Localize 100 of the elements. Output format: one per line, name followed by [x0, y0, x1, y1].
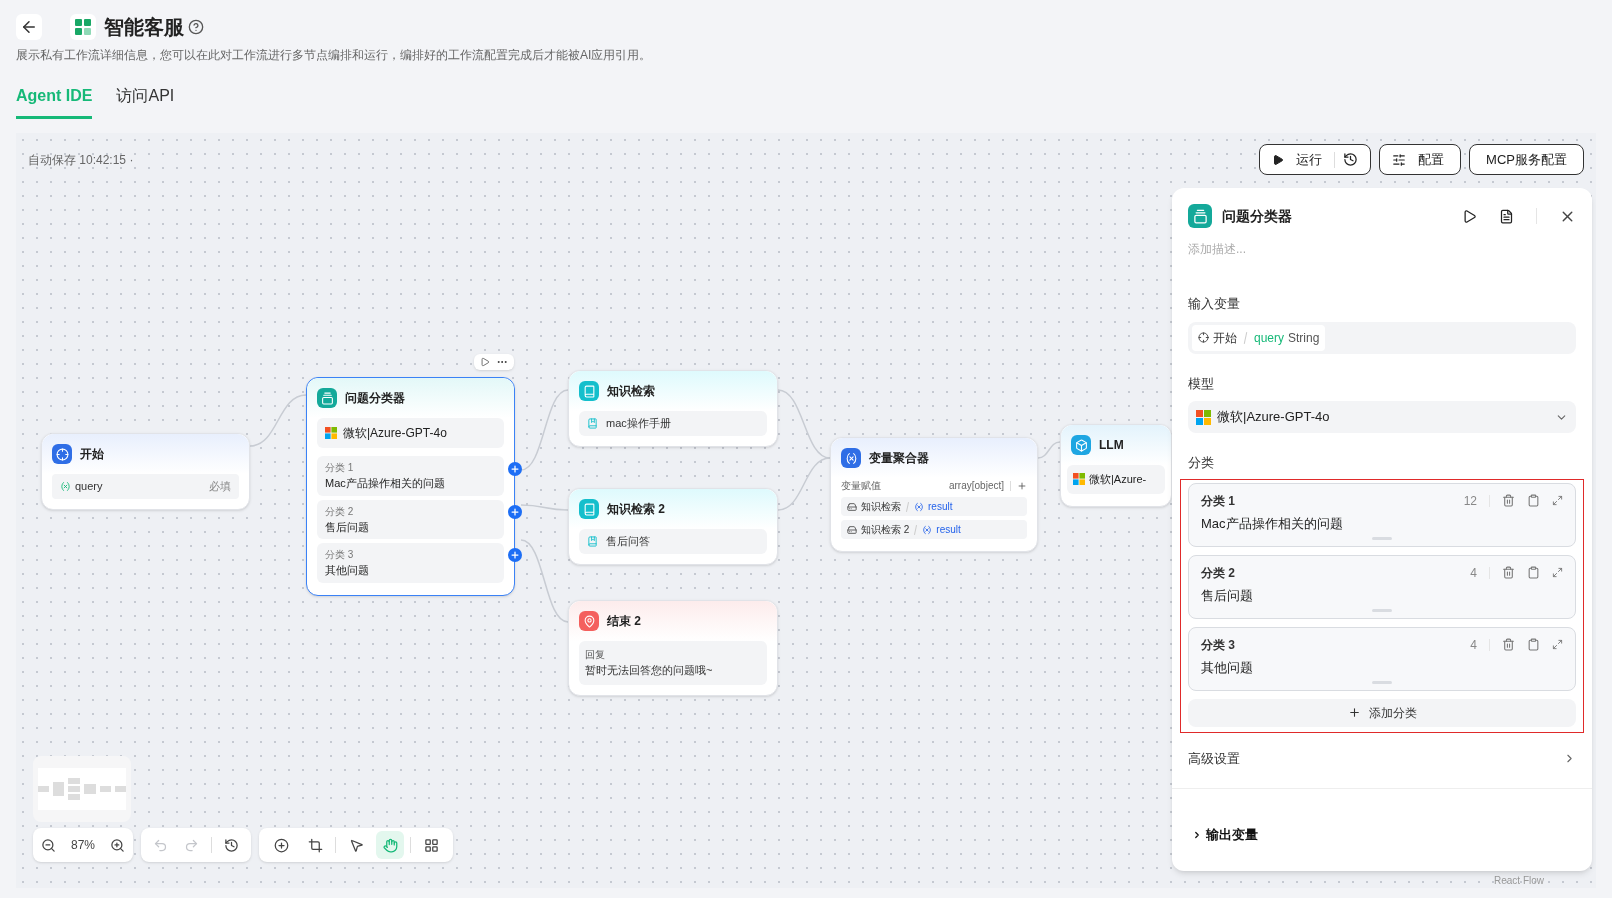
- sliders-icon: [1392, 152, 1407, 167]
- class-label: 分类 2: [325, 504, 355, 519]
- assign-label: 变量赋值: [841, 479, 881, 493]
- back-icon: [20, 18, 38, 36]
- autosave-status: 自动保存 10:42:15 ·: [28, 152, 134, 169]
- variable-icon: [922, 524, 933, 535]
- model-select[interactable]: 微软|Azure-GPT-4o: [1188, 401, 1576, 433]
- clipboard-icon[interactable]: [1527, 638, 1540, 651]
- attribution-text: React Flow: [1494, 874, 1544, 888]
- class-label: 分类 1: [1201, 492, 1235, 510]
- class-text: Mac产品操作相关的问题: [325, 476, 446, 491]
- connector: [1037, 441, 1061, 459]
- class-text: 售后问题: [325, 519, 370, 535]
- node-title: 结束 2: [607, 613, 641, 630]
- drive-icon: [847, 524, 857, 535]
- zoom-out-icon[interactable]: [41, 837, 56, 853]
- panel-title: 问题分类器: [1222, 206, 1292, 226]
- delete-icon[interactable]: [1502, 494, 1515, 507]
- document-icon[interactable]: [1499, 208, 1514, 224]
- back-button[interactable]: [16, 14, 42, 40]
- section-label: 输入变量: [1188, 295, 1241, 313]
- help-icon[interactable]: [188, 19, 204, 35]
- expand-icon[interactable]: [1552, 639, 1563, 650]
- class-label: 分类 3: [325, 548, 355, 562]
- node-title: 知识检索 2: [607, 501, 665, 518]
- add-branch-button[interactable]: [508, 548, 522, 562]
- cube-icon: [1071, 435, 1091, 455]
- required-tag: 必填: [209, 478, 231, 495]
- connector: [777, 389, 831, 459]
- knowledge-base-row: mac操作手册: [579, 411, 767, 436]
- class-text: 其他问题: [325, 563, 370, 578]
- play-icon[interactable]: [1462, 208, 1477, 224]
- variable-icon: [60, 480, 71, 492]
- node-card[interactable]: LLM 微软|Azure-: [1060, 424, 1172, 507]
- variable-row: 知识检索 result: [841, 497, 1027, 516]
- knowledge-base-row: 售后问答: [579, 529, 767, 554]
- output-variables-toggle[interactable]: 输出变量: [1192, 825, 1572, 845]
- four-squares-logo-icon: [325, 427, 337, 439]
- node-title: 问题分类器: [345, 390, 405, 407]
- history-icon[interactable]: [1343, 152, 1359, 167]
- connector: [249, 394, 307, 447]
- class-text: 售后问题: [1201, 586, 1254, 605]
- mcp-config-button[interactable]: MCP服务配置: [1469, 144, 1584, 175]
- history-icon[interactable]: [224, 837, 239, 853]
- add-branch-button[interactable]: [508, 462, 522, 476]
- connector: [520, 504, 569, 511]
- variable-icon: [841, 448, 861, 468]
- page-title: 智能客服: [104, 15, 184, 40]
- node-card[interactable]: 知识检索 mac操作手册: [568, 370, 778, 447]
- advanced-settings-row[interactable]: 高级设置: [1188, 748, 1576, 768]
- four-squares-logo-icon: [1196, 409, 1211, 425]
- variable-name: query: [1254, 329, 1285, 347]
- zoom-level: 87%: [71, 837, 95, 854]
- node-card[interactable]: 知识检索 2 售后问答: [568, 488, 778, 565]
- node-title: 变量聚合器: [869, 450, 929, 467]
- add-circle-icon: [273, 837, 289, 853]
- variable-type: String: [1288, 329, 1320, 347]
- drive-icon: [847, 501, 857, 512]
- book-icon: [579, 381, 599, 401]
- add-class-button[interactable]: 添加分类: [1188, 698, 1576, 727]
- connector: [777, 457, 831, 511]
- stacked-cards-icon: [1188, 204, 1212, 228]
- crosshair-icon: [52, 444, 72, 464]
- crosshair-icon: [1198, 332, 1209, 343]
- run-button[interactable]: 运行: [1259, 144, 1372, 175]
- four-squares-logo-icon: [1073, 473, 1085, 486]
- pin-icon: [579, 611, 599, 631]
- play-icon: [1272, 153, 1285, 166]
- reply-text: 暂时无法回答您的问题哦~: [585, 663, 714, 678]
- plus-icon: [510, 464, 520, 474]
- book-icon: [587, 535, 598, 547]
- class-label: 分类 1: [325, 461, 355, 475]
- input-variable-field[interactable]: 开始 query String: [1188, 321, 1576, 354]
- model-chip: 微软|Azure-GPT-4o: [317, 418, 504, 448]
- grid-icon: [423, 837, 439, 853]
- delete-icon[interactable]: [1502, 638, 1515, 651]
- variable-row: 知识检索 2 result: [841, 520, 1027, 539]
- node-title: LLM: [1099, 437, 1124, 454]
- config-button[interactable]: 配置: [1379, 144, 1462, 175]
- tab[interactable]: 访问API: [116, 84, 175, 119]
- description-field[interactable]: 添加描述...: [1188, 240, 1576, 258]
- hand-icon: [382, 837, 398, 853]
- node-title: 开始: [80, 446, 104, 463]
- expand-icon[interactable]: [1552, 495, 1563, 506]
- class-label: 分类 3: [1201, 636, 1235, 654]
- char-count: 4: [1470, 636, 1477, 654]
- delete-icon[interactable]: [1502, 566, 1515, 579]
- clipboard-icon[interactable]: [1527, 494, 1540, 507]
- node-card[interactable]: 结束 2 回复 暂时无法回答您的问题哦~: [568, 600, 778, 696]
- add-branch-button[interactable]: [508, 505, 522, 519]
- plus-icon[interactable]: [1017, 480, 1027, 491]
- zoom-in-icon[interactable]: [110, 837, 125, 853]
- node-card[interactable]: 变量聚合器 变量赋值 array[object] 知识检索 result 知识检索 2 result: [830, 437, 1038, 552]
- clipboard-icon[interactable]: [1527, 566, 1540, 579]
- node-card[interactable]: 开始 query 必填: [41, 433, 250, 510]
- source-node-label: 开始: [1213, 329, 1237, 347]
- book-icon: [587, 417, 598, 429]
- expand-icon[interactable]: [1552, 567, 1563, 578]
- app-logo-icon: [70, 14, 96, 40]
- variable-icon: [914, 501, 924, 512]
